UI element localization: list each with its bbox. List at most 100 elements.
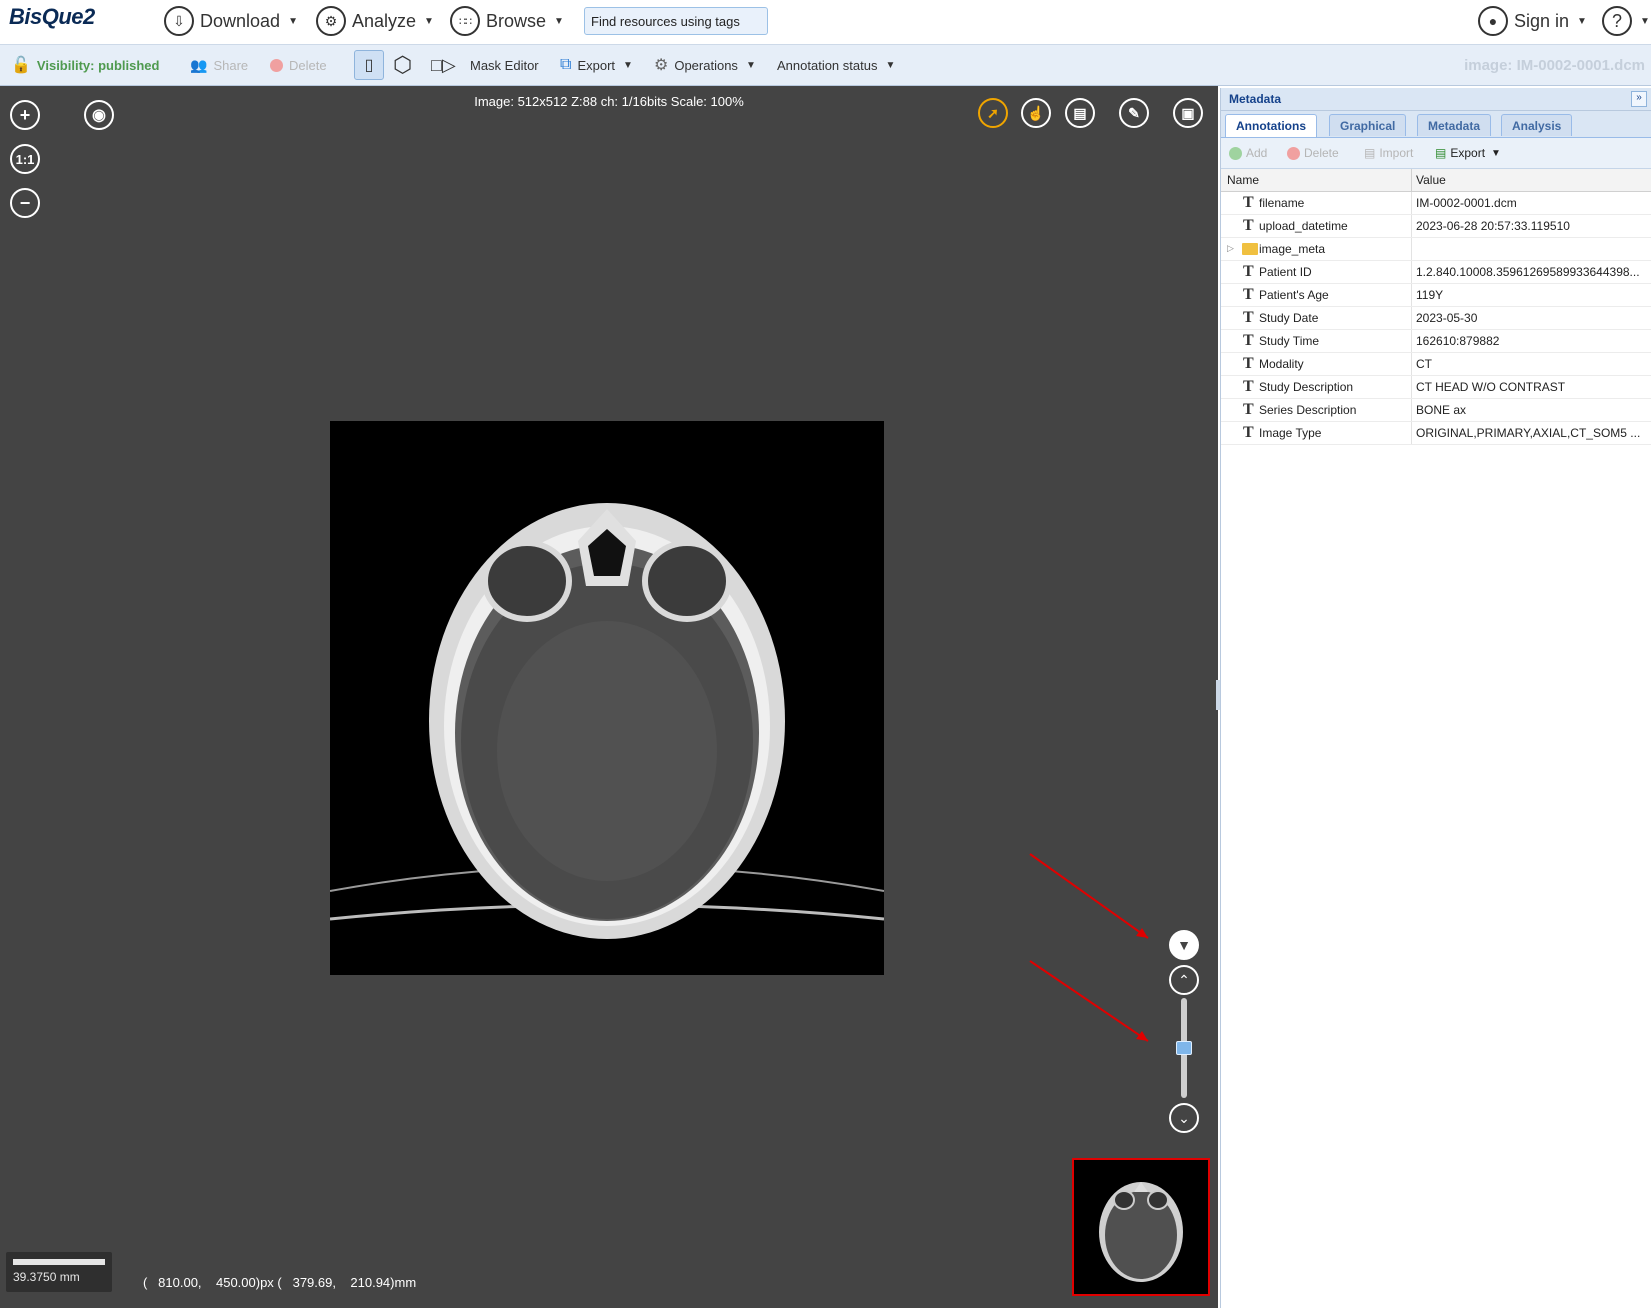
2d-view-button[interactable]: ▯ [354, 45, 384, 85]
name-column-header[interactable]: Name [1227, 173, 1259, 187]
draw-pencil-icon[interactable]: ✎ [1119, 98, 1149, 128]
column-divider [1411, 192, 1412, 214]
visibility-label: Visibility: published [36, 57, 160, 73]
eye-visibility-icon[interactable]: ◉ [84, 100, 114, 130]
help-menu[interactable]: ? ▼ [1602, 4, 1650, 38]
row-name: Study Time [1259, 334, 1320, 348]
operations-gear-icon: ⚙ [654, 57, 669, 74]
movie-button[interactable]: □▷ [431, 45, 456, 85]
slice-slider-thumb[interactable] [1176, 1041, 1192, 1055]
share-button[interactable]: 👥 Share [190, 45, 248, 85]
analyze-menu[interactable]: ⚙ Analyze ▼ [316, 4, 434, 38]
operations-menu[interactable]: ⚙ Operations ▼ [654, 45, 756, 85]
operations-label: Operations [674, 57, 738, 73]
row-value: ORIGINAL,PRIMARY,AXIAL,CT_SOM5 ... [1416, 426, 1641, 440]
export-sheet-icon: ▤ [1435, 146, 1447, 160]
zoom-out-icon[interactable]: − [10, 188, 40, 218]
caret-down-icon: ▼ [1640, 15, 1650, 27]
panel-header: Metadata » [1221, 88, 1651, 111]
analyze-menu-label: Analyze [352, 10, 417, 31]
ct-scan-image[interactable] [329, 421, 885, 975]
overview-thumbnail[interactable] [1072, 1158, 1210, 1296]
table-row[interactable]: T Image Type ORIGINAL,PRIMARY,AXIAL,CT_SOM… [1221, 422, 1651, 445]
tab-metadata[interactable]: Metadata [1417, 114, 1492, 136]
row-value: BONE ax [1416, 403, 1467, 417]
download-menu[interactable]: ⇩ Download ▼ [164, 4, 298, 38]
analyze-gears-icon: ⚙ [316, 6, 346, 36]
delete-trash-icon[interactable]: ▤ [1065, 98, 1095, 128]
image-title: image: IM-0002-0001.dcm [1464, 56, 1645, 74]
table-row[interactable]: T Study Date 2023-05-30 [1221, 307, 1651, 330]
export-menu[interactable]: ⧉ Export ▼ [560, 45, 633, 85]
annotation-arrows [1029, 853, 1149, 1042]
next-slice-button[interactable]: ▼ [1169, 930, 1199, 960]
bisque-logo[interactable]: BisQue2 [9, 4, 95, 30]
row-value: 162610:879882 [1416, 334, 1500, 348]
navigate-compass-icon[interactable]: ➚ [978, 98, 1008, 128]
import-annotation-button[interactable]: ▤ Import [1364, 143, 1413, 163]
help-icon: ? [1602, 6, 1632, 36]
delete-minus-icon [270, 58, 283, 72]
table-row[interactable]: ▷ image_meta [1221, 238, 1651, 261]
row-name: Patient's Age [1259, 288, 1329, 302]
column-divider [1411, 353, 1412, 375]
caret-down-icon: ▼ [745, 59, 756, 71]
zoom-reset-icon[interactable]: 1:1 [10, 144, 40, 174]
table-row[interactable]: T Patient's Age 119Y [1221, 284, 1651, 307]
collapse-panel-icon[interactable]: » [1631, 91, 1647, 107]
table-row[interactable]: Tupload_datetime 2023-06-28 20:57:33.1195… [1221, 215, 1651, 238]
slice-down-button[interactable]: ⌄ [1169, 1103, 1199, 1133]
sign-in-menu[interactable]: ● Sign in ▼ [1478, 4, 1587, 38]
add-annotation-button[interactable]: Add [1229, 143, 1267, 163]
table-row[interactable]: T Series Description BONE ax [1221, 399, 1651, 422]
table-row[interactable]: T Study Description CT HEAD W/O CONTRAST [1221, 376, 1651, 399]
annotation-status-label: Annotation status [777, 57, 878, 73]
mask-editor-button[interactable]: Mask Editor [470, 45, 539, 85]
browse-menu[interactable]: ∷∷ Browse ▼ [450, 4, 564, 38]
table-row[interactable]: Tfilename IM-0002-0001.dcm [1221, 192, 1651, 215]
video-camera-icon: □▷ [431, 54, 456, 75]
export-annotation-label: Export [1450, 146, 1486, 160]
tab-graphical[interactable]: Graphical [1329, 114, 1407, 136]
row-value: CT [1416, 357, 1432, 371]
column-divider [1411, 238, 1412, 260]
metadata-table-header: Name Value [1221, 169, 1651, 192]
row-name: Patient ID [1259, 265, 1312, 279]
delete-button[interactable]: Delete [270, 45, 327, 85]
export-annotation-button[interactable]: ▤ Export ▼ [1435, 143, 1501, 163]
slice-up-button[interactable]: ⌃ [1169, 965, 1199, 995]
annotation-status-menu[interactable]: Annotation status ▼ [777, 45, 895, 85]
row-value: 2023-06-28 20:57:33.119510 [1416, 219, 1570, 233]
tab-annotations[interactable]: Annotations [1225, 114, 1317, 137]
column-divider[interactable] [1411, 169, 1412, 191]
add-label: Add [1246, 146, 1268, 160]
unlock-icon: 🔓 [11, 57, 31, 74]
table-row[interactable]: T Study Time 162610:879882 [1221, 330, 1651, 353]
scale-bar-line [13, 1259, 105, 1265]
visibility-toggle[interactable]: 🔓 Visibility: published [11, 45, 159, 85]
value-column-header[interactable]: Value [1416, 173, 1446, 187]
expand-arrow-icon[interactable]: ▷ [1227, 243, 1234, 254]
row-name: Image Type [1259, 426, 1322, 440]
row-value: IM-0002-0001.dcm [1416, 196, 1517, 210]
table-row[interactable]: T Patient ID 1.2.840.10008.359612695899336… [1221, 261, 1651, 284]
download-icon: ⇩ [164, 6, 194, 36]
caret-down-icon: ▼ [1577, 15, 1587, 27]
text-type-icon: T [1243, 194, 1254, 211]
column-divider [1411, 284, 1412, 306]
tag-search-input[interactable] [584, 7, 768, 35]
row-name: Series Description [1259, 403, 1357, 417]
tab-analysis[interactable]: Analysis [1501, 114, 1573, 136]
image-viewer-canvas[interactable]: Image: 512x512 Z:88 ch: 1/16bits Scale: … [0, 86, 1218, 1308]
overview-image [1099, 1182, 1183, 1282]
display-settings-icon[interactable]: ▣ [1173, 98, 1203, 128]
text-type-icon: T [1243, 332, 1254, 349]
text-type-icon: T [1243, 424, 1254, 441]
table-row[interactable]: T Modality CT [1221, 353, 1651, 376]
delete-annotation-button[interactable]: Delete [1287, 143, 1339, 163]
2d-view-icon: ▯ [354, 50, 384, 80]
zoom-in-icon[interactable]: + [10, 100, 40, 130]
3d-view-button[interactable]: ⬡ [393, 45, 412, 85]
select-pointer-icon[interactable]: ☝ [1021, 98, 1051, 128]
scale-bar: 39.3750 mm [6, 1252, 112, 1292]
